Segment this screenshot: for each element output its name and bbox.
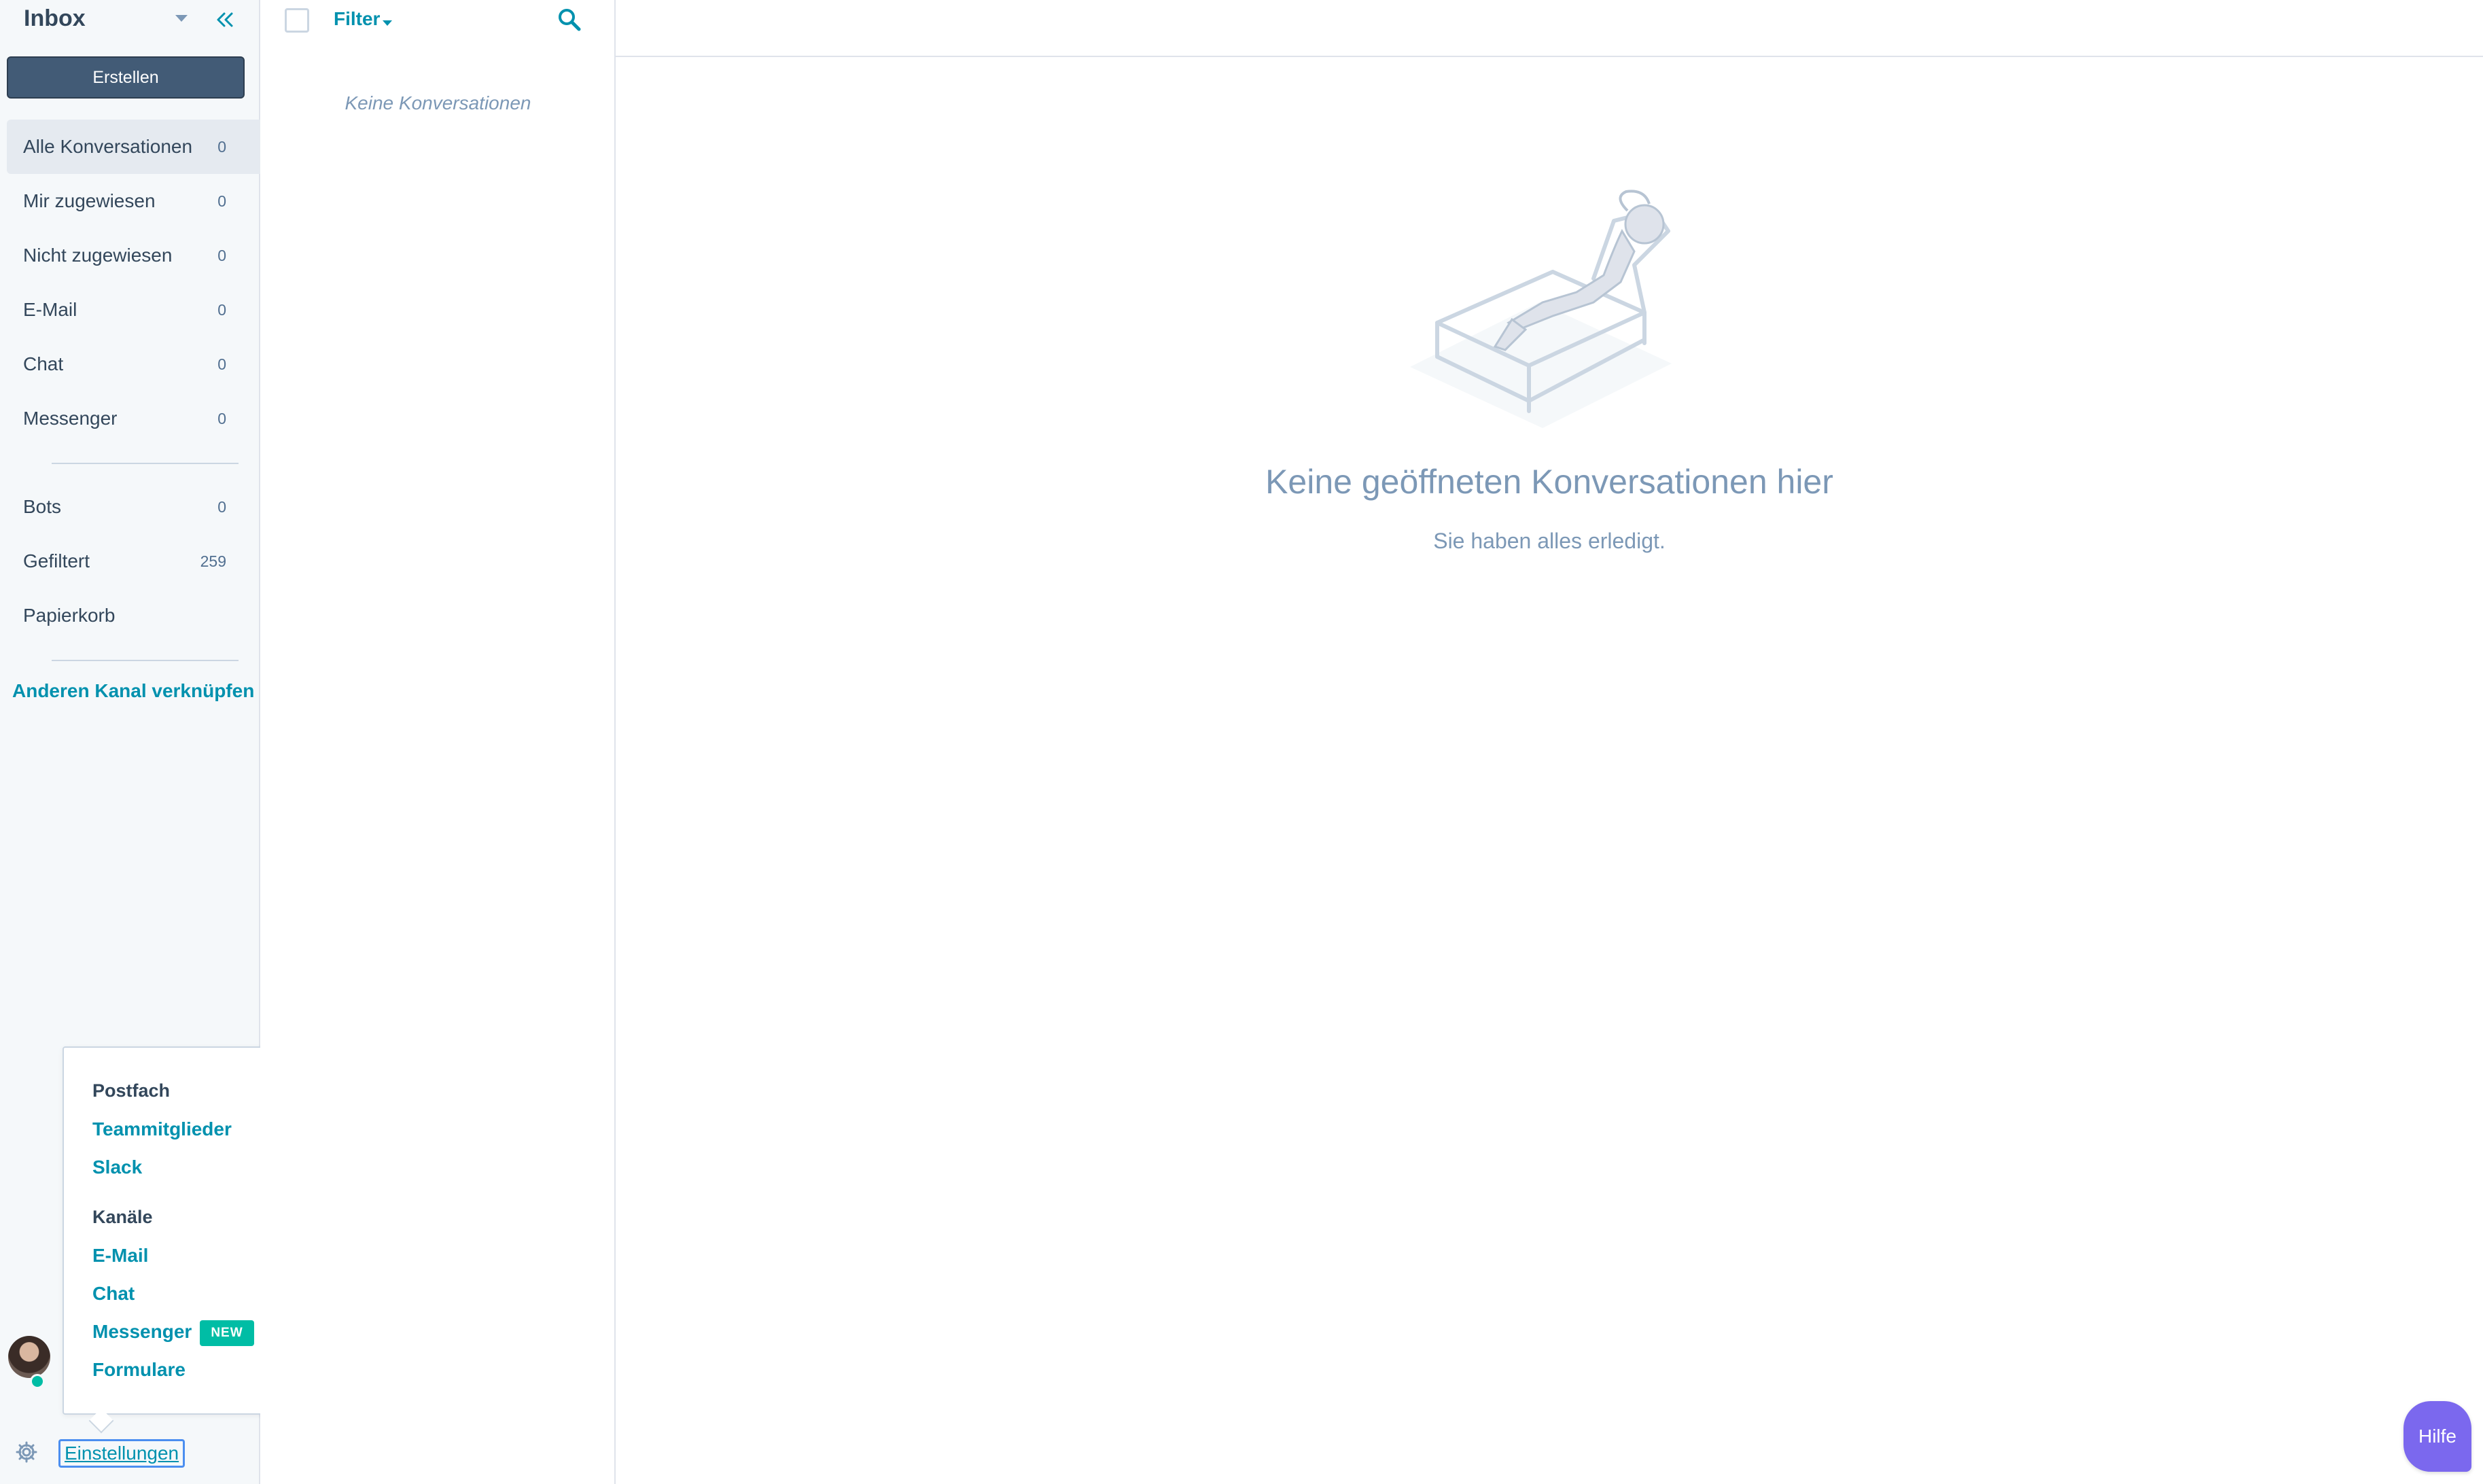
nav-count: 259 — [200, 552, 226, 570]
settings-link[interactable]: Einstellungen — [58, 1439, 186, 1468]
relaxing-person-illustration — [1410, 190, 1672, 428]
nav-unassigned[interactable]: Nicht zugewiesen 0 — [7, 228, 260, 283]
search-icon[interactable] — [557, 7, 582, 33]
popover-link-forms[interactable]: Formulare — [92, 1359, 186, 1381]
popover-link-messenger[interactable]: Messenger — [92, 1321, 192, 1343]
nav-count: 0 — [217, 192, 226, 210]
main-header — [616, 0, 2483, 57]
nav-bots[interactable]: Bots 0 — [7, 480, 260, 534]
empty-state-subtitle: Sie haben alles erledigt. — [1433, 529, 1666, 553]
inbox-dropdown-caret-icon[interactable] — [175, 15, 188, 22]
popover-section-inbox: Postfach — [92, 1080, 171, 1101]
nav-filtered[interactable]: Gefiltert 259 — [7, 534, 260, 588]
empty-state-title: Keine geöffneten Konversationen hier — [1265, 463, 1833, 501]
select-all-checkbox[interactable] — [285, 8, 309, 33]
nav-chat[interactable]: Chat 0 — [7, 337, 260, 391]
filter-dropdown[interactable]: Filter — [334, 8, 380, 30]
popover-link-slack[interactable]: Slack — [92, 1156, 142, 1178]
popover-section-channels: Kanäle — [92, 1207, 153, 1227]
nav-count: 0 — [217, 137, 226, 156]
nav-label: Alle Konversationen — [23, 136, 193, 157]
conversation-list: Filter Keine Konversationen — [260, 0, 616, 1484]
nav-label: Bots — [23, 496, 62, 517]
nav-label: Chat — [23, 353, 64, 374]
nav-count: 0 — [217, 497, 226, 516]
filter-caret-icon[interactable] — [383, 20, 392, 26]
gear-icon[interactable] — [15, 1441, 38, 1464]
nav-count: 0 — [217, 300, 226, 319]
nav-count: 0 — [217, 246, 226, 264]
nav-assigned-to-me[interactable]: Mir zugewiesen 0 — [7, 174, 260, 228]
nav-label: E-Mail — [23, 299, 77, 320]
nav-messenger[interactable]: Messenger 0 — [7, 391, 260, 446]
nav-count: 0 — [217, 409, 226, 427]
inbox-title[interactable]: Inbox — [24, 5, 86, 32]
avatar[interactable] — [8, 1336, 50, 1378]
popover-link-email[interactable]: E-Mail — [92, 1245, 148, 1267]
settings-popover: Postfach Teammitglieder Slack Kanäle E-M… — [63, 1046, 283, 1415]
nav-label: Gefiltert — [23, 550, 90, 571]
collapse-sidebar-icon[interactable] — [213, 8, 236, 31]
popover-link-team-members[interactable]: Teammitglieder — [92, 1118, 232, 1140]
nav-label: Messenger — [23, 408, 118, 429]
nav-label: Papierkorb — [23, 605, 116, 626]
sidebar-divider — [52, 660, 239, 661]
nav-all-conversations[interactable]: Alle Konversationen 0 — [7, 120, 260, 174]
nav-email[interactable]: E-Mail 0 — [7, 283, 260, 337]
nav-count: 0 — [217, 355, 226, 373]
nav-trash[interactable]: Papierkorb — [7, 588, 260, 643]
online-status-dot — [30, 1374, 45, 1389]
sidebar-divider — [52, 463, 239, 464]
help-button[interactable]: Hilfe — [2403, 1401, 2471, 1472]
nav-label: Nicht zugewiesen — [23, 245, 173, 266]
new-badge: NEW — [200, 1320, 254, 1346]
connect-channel-link[interactable]: Anderen Kanal verknüpfen — [12, 680, 254, 702]
create-button[interactable]: Erstellen — [7, 56, 245, 99]
nav-label: Mir zugewiesen — [23, 190, 156, 211]
popover-link-chat[interactable]: Chat — [92, 1283, 135, 1305]
empty-list-text: Keine Konversationen — [345, 92, 531, 113]
